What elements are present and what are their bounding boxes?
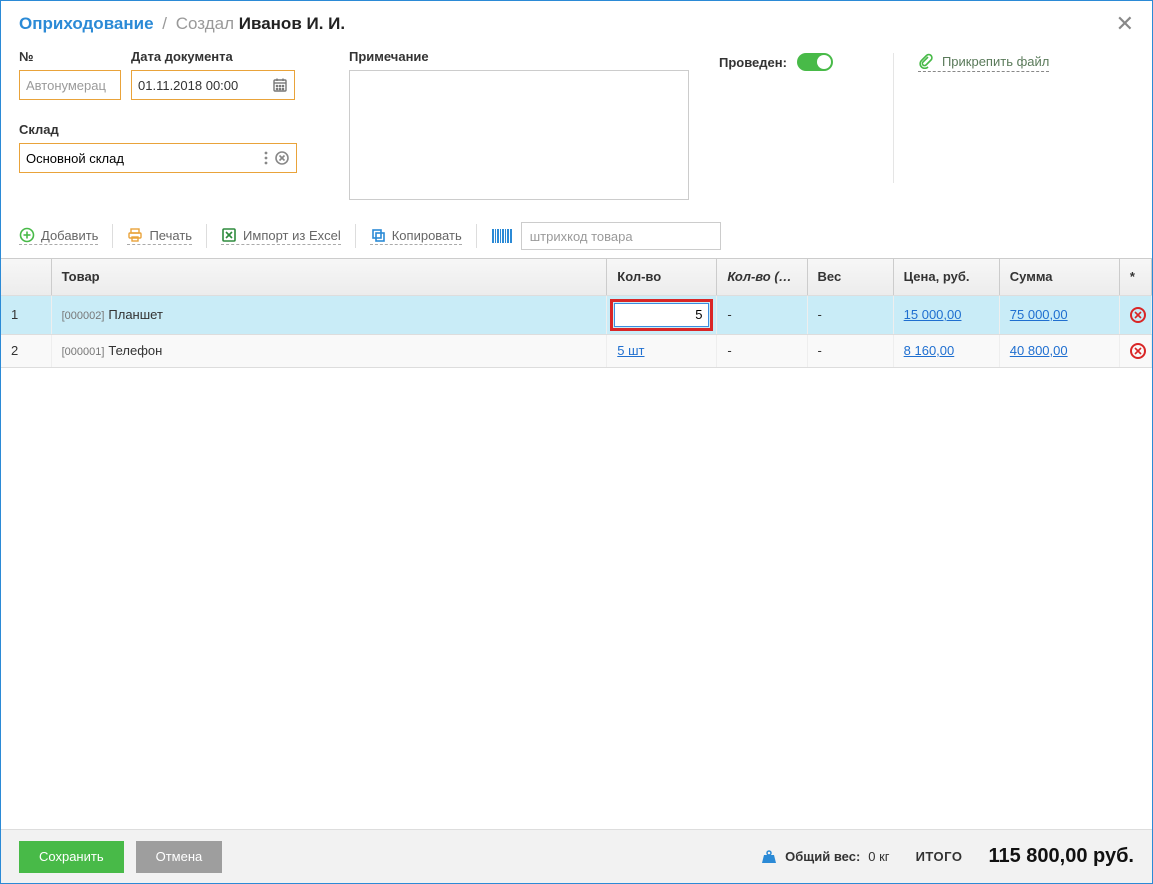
col-price[interactable]: Цена, руб. <box>893 259 999 295</box>
attach-file-label: Прикрепить файл <box>942 54 1049 69</box>
row-index: 2 <box>1 334 51 367</box>
copy-button[interactable]: Копировать <box>370 227 462 245</box>
weight-value: 0 кг <box>868 849 889 864</box>
more-icon[interactable] <box>258 150 274 166</box>
warehouse-select[interactable] <box>19 143 297 173</box>
weight-icon <box>761 849 777 865</box>
col-qty[interactable]: Кол-во <box>607 259 717 295</box>
row-price[interactable]: 15 000,00 <box>893 295 999 334</box>
table-row[interactable]: 1 [000002]Планшет - - 15 000,00 75 000,0… <box>1 295 1152 334</box>
note-area[interactable] <box>349 70 689 200</box>
row-qty-cell[interactable]: 5 шт <box>607 334 717 367</box>
total-value: 115 800,00 руб. <box>988 845 1134 868</box>
attach-file-link[interactable]: Прикрепить файл <box>918 53 1049 72</box>
clear-icon[interactable] <box>274 150 290 166</box>
print-button[interactable]: Печать <box>127 227 192 245</box>
toolbar: Добавить Печать Импорт из Excel Копирова… <box>1 214 1152 258</box>
delete-icon[interactable] <box>1130 343 1146 359</box>
date-label: Дата документа <box>131 49 295 64</box>
note-label: Примечание <box>349 49 689 64</box>
table-row[interactable]: 2 [000001]Телефон 5 шт - - 8 160,00 40 8… <box>1 334 1152 367</box>
paperclip-icon <box>918 53 934 69</box>
items-table: Товар Кол-во Кол-во (… Вес Цена, руб. Су… <box>1 259 1152 368</box>
col-weight[interactable]: Вес <box>807 259 893 295</box>
row-sum[interactable]: 40 800,00 <box>999 334 1119 367</box>
delete-icon[interactable] <box>1130 307 1146 323</box>
title-user: Иванов И. И. <box>239 14 345 33</box>
row-qty2: - <box>717 334 807 367</box>
plus-circle-icon <box>19 227 35 243</box>
number-input[interactable] <box>26 78 114 93</box>
row-sku: [000002] <box>62 310 105 322</box>
save-button[interactable]: Сохранить <box>19 841 124 873</box>
add-button[interactable]: Добавить <box>19 227 98 245</box>
import-excel-button[interactable]: Импорт из Excel <box>221 227 341 245</box>
row-qty2: - <box>717 295 807 334</box>
col-qty2[interactable]: Кол-во (… <box>717 259 807 295</box>
row-sum[interactable]: 75 000,00 <box>999 295 1119 334</box>
total-weight: Общий вес: 0 кг <box>761 849 889 865</box>
row-weight: - <box>807 295 893 334</box>
col-product[interactable]: Товар <box>51 259 607 295</box>
page-title: Оприходование / Создал Иванов И. И. <box>19 14 345 34</box>
row-price[interactable]: 8 160,00 <box>893 334 999 367</box>
row-delete[interactable] <box>1119 334 1151 367</box>
posted-toggle[interactable] <box>797 53 833 71</box>
title-main: Оприходование <box>19 14 154 33</box>
date-input-wrap[interactable] <box>131 70 295 100</box>
row-delete[interactable] <box>1119 295 1151 334</box>
posted-label: Проведен: <box>719 55 787 70</box>
warehouse-label: Склад <box>19 122 319 137</box>
row-qty-cell[interactable] <box>607 295 717 334</box>
row-product: [000001]Телефон <box>51 334 607 367</box>
title-created-label: Создал <box>176 14 234 33</box>
barcode-input[interactable] <box>521 222 721 250</box>
col-sum[interactable]: Сумма <box>999 259 1119 295</box>
warehouse-input[interactable] <box>26 151 258 166</box>
row-name: Планшет <box>108 307 163 322</box>
row-index: 1 <box>1 295 51 334</box>
cancel-button[interactable]: Отмена <box>136 841 223 873</box>
row-weight: - <box>807 334 893 367</box>
date-input[interactable] <box>138 78 272 93</box>
col-star[interactable]: * <box>1119 259 1151 295</box>
qty-input[interactable] <box>614 303 709 327</box>
row-product: [000002]Планшет <box>51 295 607 334</box>
number-label: № <box>19 49 121 64</box>
excel-icon <box>221 227 237 243</box>
row-sku: [000001] <box>62 346 105 358</box>
close-icon[interactable]: ✕ <box>1116 13 1134 35</box>
row-name: Телефон <box>108 343 162 358</box>
copy-icon <box>370 227 386 243</box>
calendar-icon[interactable] <box>272 77 288 93</box>
total-label: ИТОГО <box>916 849 963 864</box>
note-textarea[interactable] <box>356 77 682 193</box>
barcode-icon <box>491 227 513 245</box>
print-icon <box>127 227 143 243</box>
number-input-wrap[interactable] <box>19 70 121 100</box>
weight-label: Общий вес: <box>785 849 860 864</box>
